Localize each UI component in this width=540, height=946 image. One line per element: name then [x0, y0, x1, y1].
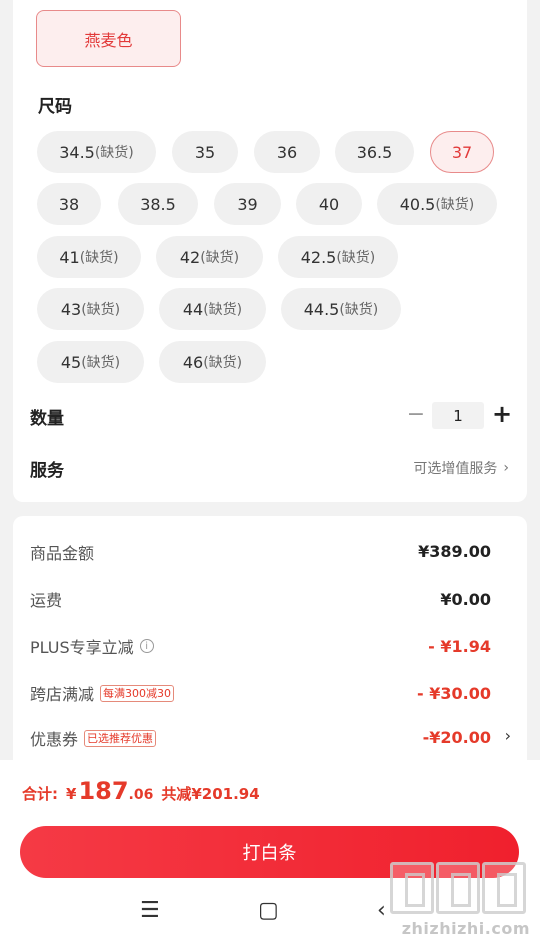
total-label: 合计: — [22, 785, 58, 803]
coupon-tag: 已选推荐优惠 — [84, 729, 157, 747]
watermark-logo: zhizhizhi.com — [390, 862, 530, 938]
quantity-minus-button[interactable]: − — [406, 399, 426, 429]
chevron-right-icon: › — [503, 460, 509, 476]
out-of-stock-note: (缺货) — [79, 250, 119, 266]
back-icon[interactable]: ‹ — [377, 898, 386, 923]
menu-icon[interactable]: ☰ — [140, 898, 160, 923]
size-value: 44.5 — [303, 299, 340, 319]
size-value: 42.5 — [300, 247, 337, 267]
home-icon[interactable]: ▢ — [258, 898, 279, 923]
out-of-stock-note: (缺货) — [81, 355, 121, 371]
plus-discount-value: - ¥1.94 — [428, 637, 491, 656]
size-option[interactable]: 43 (缺货) — [37, 288, 144, 330]
price-summary-card: 商品金额 ¥389.00 运费 ¥0.00 PLUS专享立减 i - ¥1.94… — [13, 516, 527, 776]
size-option[interactable]: 42 (缺货) — [156, 236, 263, 278]
size-option[interactable]: 38 — [37, 183, 101, 225]
out-of-stock-note: (缺货) — [94, 145, 134, 161]
size-option[interactable]: 46 (缺货) — [159, 341, 266, 383]
size-value: 37 — [451, 142, 473, 162]
size-title: 尺码 — [38, 97, 72, 117]
size-value: 34.5 — [59, 142, 95, 162]
service-value: 可选增值服务 — [413, 461, 498, 477]
size-value: 36.5 — [356, 142, 393, 162]
goods-amount-label: 商品金额 — [30, 544, 95, 563]
size-value: 38 — [58, 194, 80, 214]
info-icon[interactable]: i — [139, 639, 154, 653]
total-currency: ¥ — [66, 785, 77, 803]
size-option[interactable]: 35 — [172, 131, 238, 173]
watermark-text: zhizhizhi.com — [401, 919, 530, 938]
size-option[interactable]: 36 — [254, 131, 320, 173]
size-option[interactable]: 44.5 (缺货) — [281, 288, 401, 330]
quantity-label: 数量 — [30, 409, 64, 429]
out-of-stock-note: (缺货) — [81, 302, 121, 318]
out-of-stock-note: (缺货) — [339, 302, 379, 318]
out-of-stock-note: (缺货) — [203, 355, 243, 371]
size-option[interactable]: 34.5 (缺货) — [37, 131, 156, 173]
quantity-input[interactable]: 1 — [432, 402, 484, 429]
size-option[interactable]: 36.5 — [335, 131, 414, 173]
service-selector[interactable]: 可选增值服务 › — [413, 458, 509, 478]
service-label: 服务 — [30, 461, 64, 481]
total-decimal: .06 — [128, 787, 154, 803]
size-value: 36 — [276, 142, 298, 162]
out-of-stock-note: (缺货) — [203, 302, 243, 318]
coupon-label[interactable]: 优惠券 已选推荐优惠 — [30, 726, 157, 750]
size-value: 35 — [194, 142, 216, 162]
size-value: 40.5 — [399, 194, 436, 214]
size-option[interactable]: 39 — [214, 183, 281, 225]
coupon-value[interactable]: -¥20.00 — [423, 728, 491, 747]
size-option[interactable]: 40.5 (缺货) — [377, 183, 497, 225]
total-price: 合计: ¥ 187 .06 共减¥201.94 — [22, 777, 260, 805]
out-of-stock-note: (缺货) — [200, 250, 240, 266]
shipping-value: ¥0.00 — [440, 590, 491, 609]
size-option[interactable]: 40 — [296, 183, 362, 225]
cross-store-value: - ¥30.00 — [417, 684, 491, 703]
size-value: 45 — [60, 352, 82, 372]
plus-discount-label: PLUS专享立减 i — [30, 634, 154, 658]
total-integer: 187 — [78, 777, 129, 805]
size-value: 46 — [182, 352, 204, 372]
size-option[interactable]: 41 (缺货) — [37, 236, 141, 278]
size-option[interactable]: 38.5 — [118, 183, 198, 225]
total-savings: 共减¥201.94 — [161, 785, 260, 803]
out-of-stock-note: (缺货) — [435, 197, 475, 213]
size-value: 38.5 — [140, 194, 176, 214]
color-option-chip[interactable]: 燕麦色 — [36, 10, 181, 67]
goods-amount-value: ¥389.00 — [418, 542, 491, 561]
size-value: 44 — [182, 299, 204, 319]
size-value: 42 — [179, 247, 201, 267]
size-value: 43 — [60, 299, 82, 319]
cross-store-label: 跨店满减 每满300减30 — [30, 681, 175, 705]
quantity-plus-button[interactable]: + — [491, 399, 513, 429]
size-value: 39 — [237, 194, 258, 214]
size-value: 41 — [59, 247, 80, 267]
size-option[interactable]: 42.5 (缺货) — [278, 236, 398, 278]
size-value: 40 — [318, 194, 340, 214]
promo-tag: 每满300减30 — [100, 684, 175, 702]
size-option[interactable]: 37 — [430, 131, 494, 173]
spec-card: 燕麦色 尺码 34.5 (缺货) 35 36 36.5 37 38 38.5 39 40 40.5(… — [13, 0, 527, 502]
size-option[interactable]: 44 (缺货) — [159, 288, 266, 330]
shipping-label: 运费 — [30, 591, 63, 610]
out-of-stock-note: (缺货) — [336, 250, 376, 266]
chevron-right-icon[interactable]: › — [505, 726, 511, 745]
size-option[interactable]: 45 (缺货) — [37, 341, 144, 383]
